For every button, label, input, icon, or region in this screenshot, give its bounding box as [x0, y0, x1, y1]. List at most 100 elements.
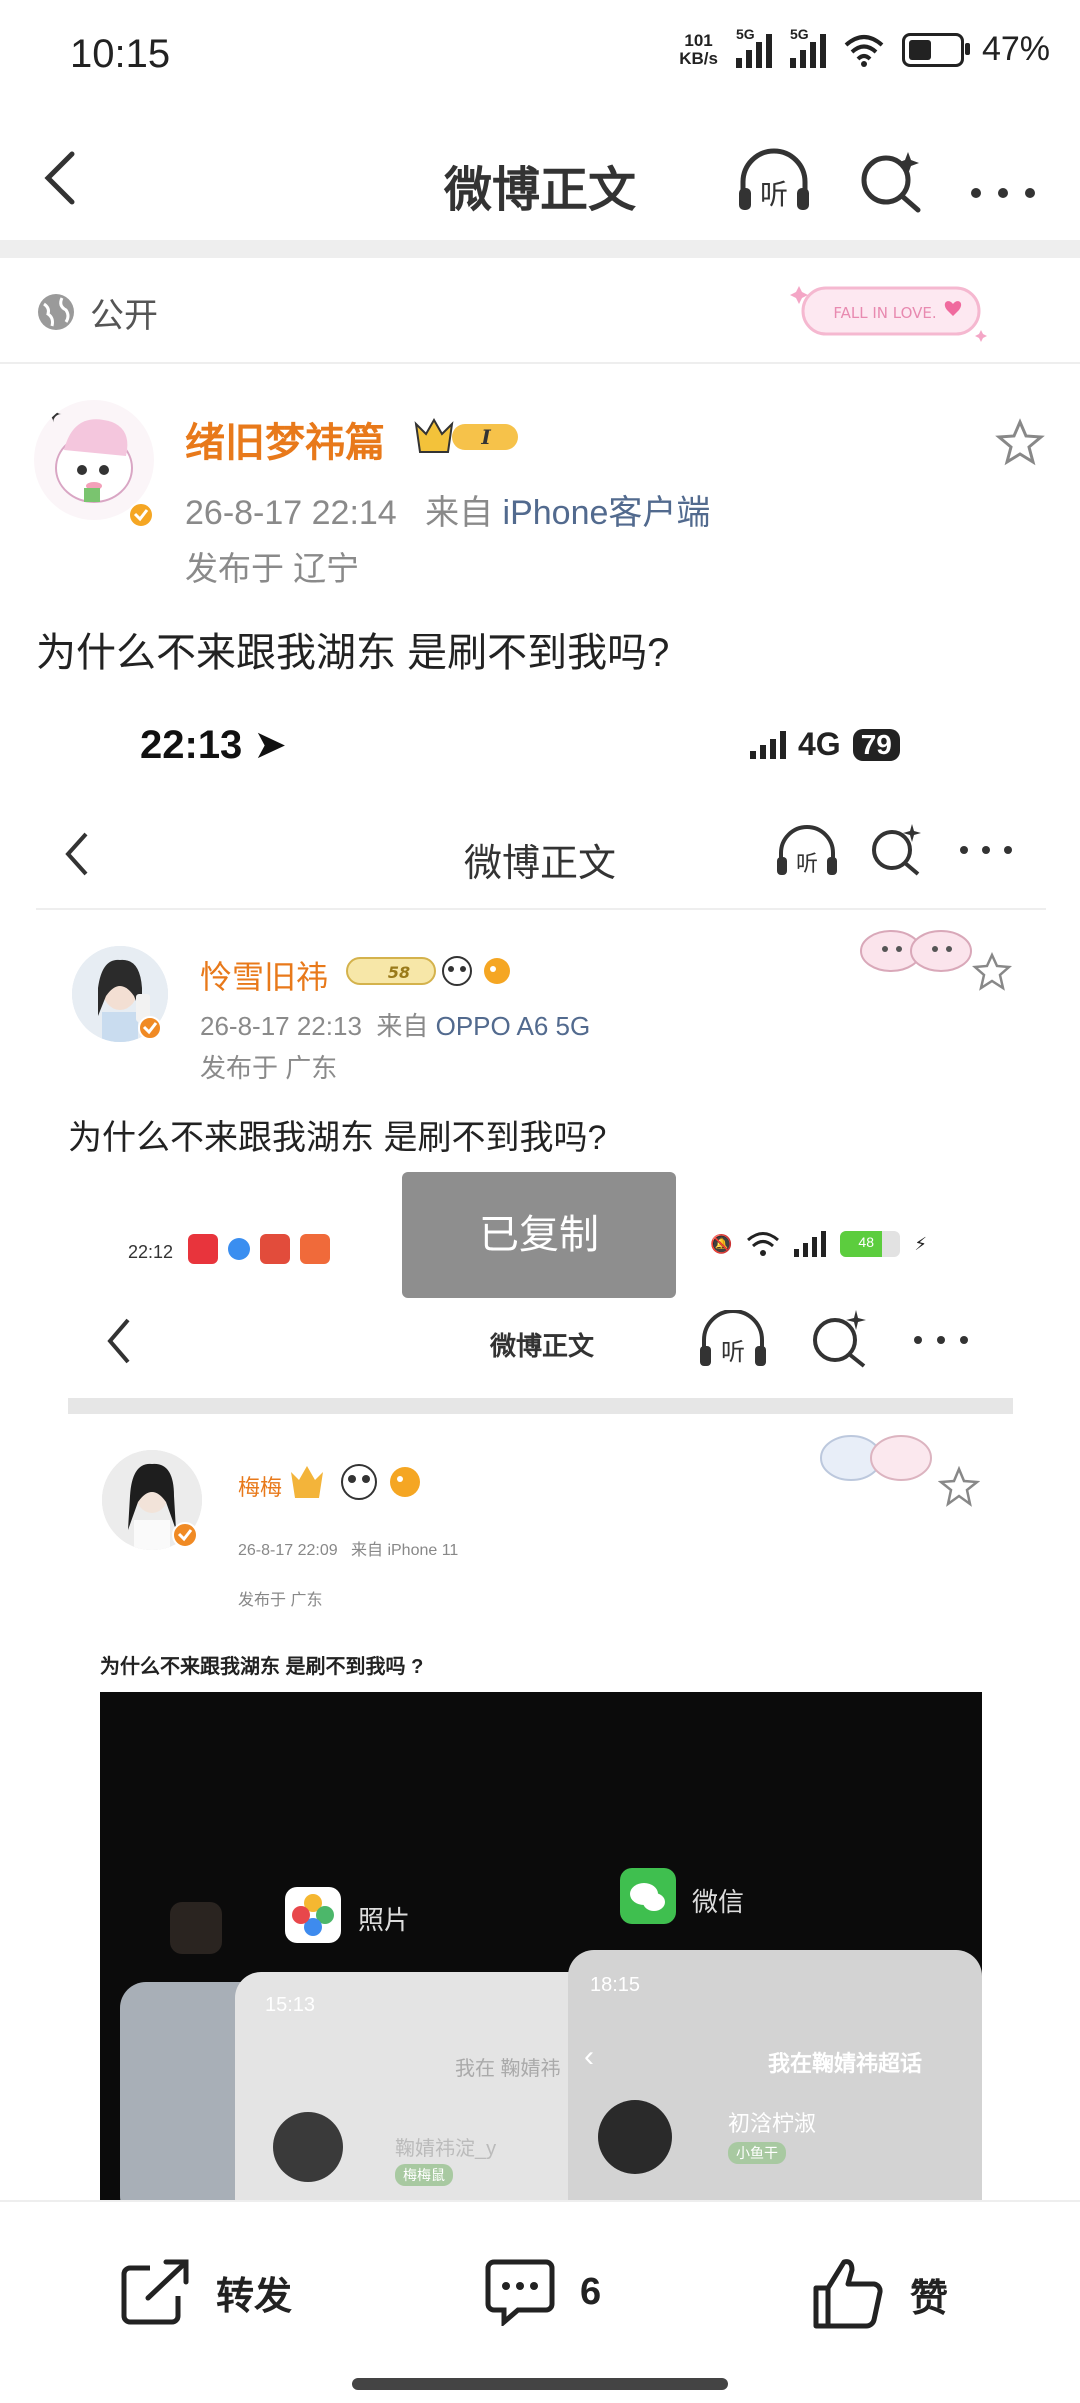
visibility-label: 公开	[90, 297, 158, 335]
repost-button[interactable]: 转发	[120, 2258, 292, 2326]
top-nav: 微博正文 听	[0, 110, 1080, 240]
s1-battery: 79	[852, 728, 900, 761]
search-sparkle-icon[interactable]	[858, 148, 924, 214]
svg-text:听: 听	[796, 852, 818, 877]
s2-badges-icon	[291, 1464, 420, 1500]
s2-status-time: 22:12	[128, 1242, 174, 1262]
s2-source-prefix: 来自	[350, 1542, 383, 1559]
status-right: 101 KB/s 5G 5G 47%	[679, 26, 1050, 69]
like-label: 赞	[910, 2277, 949, 2320]
thumbs-up-icon	[813, 2259, 883, 2329]
card1-tag: 梅梅鼠	[395, 2164, 453, 2186]
s1-source: OPPO A6 5G	[435, 1011, 591, 1041]
s1-status-right: 4G 79	[750, 726, 900, 763]
s2-divider	[68, 1398, 1013, 1414]
visibility-bar: 公开 FALL IN LOVE.	[0, 258, 1080, 364]
s2-signal-icon	[794, 1231, 827, 1257]
post-timestamp: 26-8-17 22:14	[185, 494, 397, 532]
s2-star-icon	[938, 1466, 980, 1507]
battery-percent: 47%	[981, 30, 1050, 68]
repost-label: 转发	[216, 2275, 293, 2318]
globe-icon	[38, 294, 74, 330]
card2-name: 初浛柠淑	[728, 2111, 817, 2136]
s2-author-name: 梅梅	[238, 1475, 283, 1500]
author-name[interactable]: 绪旧梦祎篇	[185, 410, 385, 468]
s1-divider	[36, 908, 1046, 910]
s2-search-icon	[813, 1310, 866, 1368]
headphones-listen-icon[interactable]: 听	[735, 148, 813, 214]
s2-post-text: 为什么不来跟我湖东 是刷不到我吗 ?	[100, 1656, 424, 1678]
more-dots-icon	[971, 188, 1035, 198]
wechat-app-icon	[620, 1868, 676, 1924]
s2-battery-value: 48	[858, 1234, 874, 1250]
s2-headphones-icon: 听	[700, 1310, 766, 1366]
comment-button[interactable]: 6	[484, 2258, 601, 2326]
battery-icon	[901, 32, 970, 67]
fall-in-love-badge: FALL IN LOVE.	[790, 286, 987, 342]
svg-text:听: 听	[760, 178, 788, 211]
photos-app-icon	[285, 1887, 341, 1943]
s2-app-icon-4	[300, 1234, 330, 1264]
card1-avatar	[273, 2112, 343, 2182]
svg-text:听: 听	[721, 1338, 745, 1366]
s2-source: iPhone 11	[387, 1542, 459, 1559]
comment-count: 6	[580, 2270, 602, 2313]
post-meta: 26-8-17 22:14 来自 iPhone客户端	[185, 485, 710, 534]
member-level: I	[480, 425, 491, 449]
s1-author-name: 怜雪旧祎	[200, 959, 329, 995]
card2-tag: 小鱼干	[728, 2142, 786, 2164]
card2-back-icon: ‹	[584, 2040, 594, 2073]
member-crown-badge-icon: I	[414, 417, 518, 453]
network-speed: 101 KB/s	[679, 31, 718, 68]
s1-network: 4G	[798, 726, 841, 762]
bottom-action-bar: 转发 6 赞	[0, 2200, 1080, 2403]
s2-mute-icon: 🔕	[710, 1233, 733, 1254]
s1-kitty-decoration-icon	[860, 930, 972, 972]
repost-icon	[121, 2259, 189, 2325]
section-divider	[0, 240, 1080, 258]
s2-app-icon-1	[188, 1234, 218, 1264]
s2-page-title: 微博正文	[490, 1331, 595, 1361]
embedded-screenshot[interactable]: 22:13 ➤ 4G 79 微博正文 听 怜雪旧祎 58 26-8-17 22:…	[0, 690, 1080, 2200]
s1-post-text: 为什么不来跟我湖东 是刷不到我吗?	[68, 1119, 607, 1157]
svg-text:58: 58	[388, 963, 410, 982]
s2-post-meta: 26-8-17 22:09 来自 iPhone 11	[238, 1536, 458, 1560]
card2-time: 18:15	[590, 1974, 641, 1996]
s1-badges-icon: 58	[346, 956, 510, 986]
s2-kitty-decoration-icon	[820, 1435, 932, 1481]
copied-toast: 已复制	[402, 1172, 676, 1298]
s1-star-icon	[972, 952, 1012, 991]
s2-wifi-icon	[747, 1232, 780, 1256]
s2-status-right: 🔕 48 ⚡	[710, 1230, 927, 1258]
source-prefix: 来自	[425, 494, 494, 532]
s1-source-prefix: 来自	[376, 1011, 429, 1041]
s2-post-photo: 照片 微信 15:13 我在 鞠婧祎 鞠婧祎淀_y 梅梅鼠 18:15 ‹ 我在…	[100, 1692, 982, 2200]
s2-timestamp: 26-8-17 22:09	[238, 1542, 338, 1559]
s2-location: 发布于 广东	[238, 1592, 323, 1609]
s2-battery-icon: 48	[840, 1231, 901, 1257]
badge-text: FALL IN LOVE.	[833, 304, 936, 322]
photos-app-label: 照片	[358, 1905, 411, 1935]
card1-name: 鞠婧祎淀_y	[395, 2138, 497, 2160]
source-link[interactable]: iPhone客户端	[503, 494, 711, 532]
card2-avatar	[598, 2100, 672, 2174]
comment-icon	[485, 2259, 555, 2326]
favorite-star-icon[interactable]	[995, 418, 1045, 468]
home-indicator[interactable]	[352, 2378, 728, 2390]
svg-text:✦: ✦	[44, 402, 62, 427]
s1-search-icon	[872, 824, 921, 876]
status-time: 10:15	[70, 32, 171, 76]
card1-time: 15:13	[265, 1994, 316, 2016]
more-button[interactable]	[968, 164, 1038, 214]
verified-badge-icon	[128, 502, 154, 528]
s2-app-icon-3	[260, 1234, 290, 1264]
status-bar: 10:15 101 KB/s 5G 5G 47%	[0, 0, 1080, 110]
sim1-label: 5G	[735, 25, 755, 42]
s1-post-meta: 26-8-17 22:13 来自 OPPO A6 5G	[200, 1006, 590, 1043]
s1-signal-icon	[750, 730, 786, 759]
wifi-icon	[844, 34, 884, 67]
s1-location: 发布于 广东	[200, 1053, 338, 1083]
like-button[interactable]: 赞	[812, 2258, 948, 2330]
post-text: 为什么不来跟我湖东 是刷不到我吗?	[36, 631, 670, 675]
sim2-label: 5G	[789, 25, 809, 42]
